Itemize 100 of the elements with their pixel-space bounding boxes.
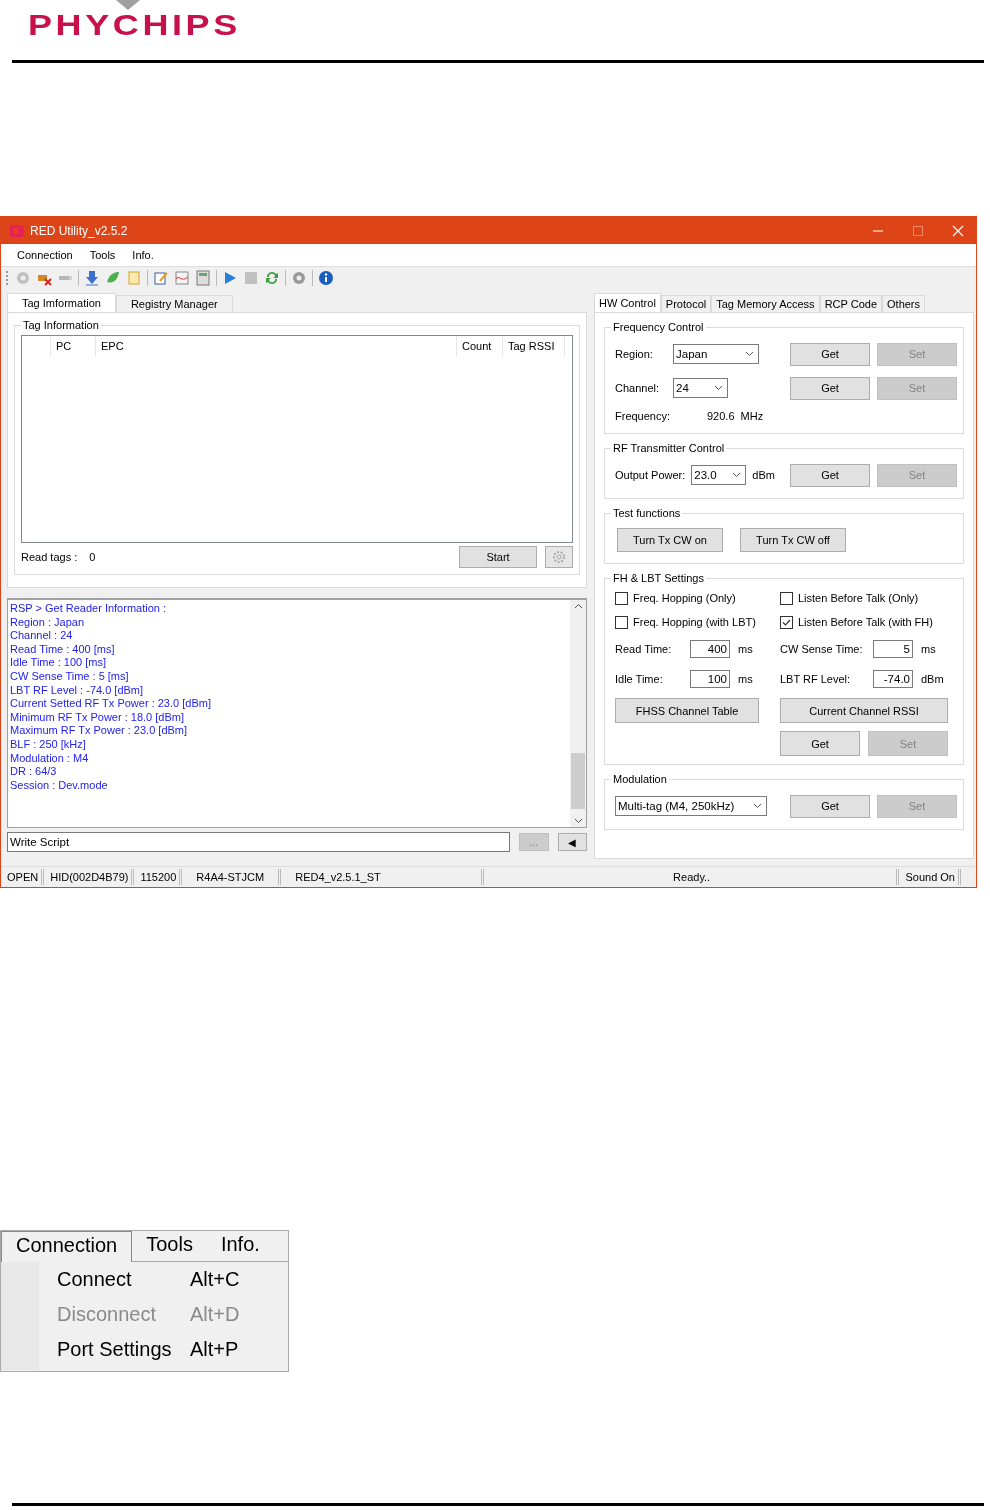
button[interactable]: Get (780, 731, 860, 756)
group-title: Tag Information (22, 319, 100, 331)
button[interactable]: Turn Tx CW off (740, 528, 846, 552)
tab[interactable]: Others (882, 295, 926, 312)
chevron-down-icon (753, 803, 762, 809)
edit-icon[interactable] (153, 270, 169, 286)
column-header[interactable]: Count (457, 336, 503, 356)
unit-label: dBm (752, 469, 775, 481)
frequency-label: Frequency: (615, 410, 667, 422)
log-line: Current Setted RF Tx Power : 23.0 [dBm] (10, 697, 212, 711)
log-line: Channel : 24 (10, 629, 74, 643)
status-text: Ready.. (483, 869, 900, 885)
tab[interactable]: Protocol (660, 295, 712, 312)
info-icon[interactable] (318, 270, 334, 286)
field-label: Read Time: (615, 643, 673, 655)
number-field[interactable]: 5 (873, 640, 913, 658)
shortcut-label: Alt+D (190, 1303, 240, 1326)
checkbox[interactable] (780, 591, 793, 605)
script-field[interactable]: Write Script (7, 832, 510, 852)
button[interactable]: Get (790, 463, 870, 487)
channel-table-button[interactable]: FHSS Channel Table (615, 698, 759, 723)
tab[interactable]: Tag Memory Access (711, 295, 820, 312)
menu-item[interactable]: Connect (57, 1268, 190, 1291)
tab[interactable]: RCP Code (819, 295, 882, 312)
button[interactable]: Get (790, 794, 870, 818)
refresh-icon[interactable] (264, 270, 280, 286)
column-header[interactable]: EPC (96, 336, 457, 356)
group-title: Frequency Control (612, 321, 705, 333)
chart-icon[interactable] (174, 270, 190, 286)
field-label: LBT RF Level: (780, 673, 852, 685)
checkbox[interactable] (780, 615, 793, 629)
dropdown[interactable]: 23.0 (691, 465, 747, 485)
dropdown[interactable]: 24 (673, 378, 728, 398)
settings-button[interactable] (545, 546, 573, 568)
log-line: Modulation : M4 (10, 751, 90, 766)
channel-rssi-button[interactable]: Current Channel RSSI (780, 698, 948, 723)
group-title: Test functions (612, 507, 682, 519)
log-line: BLF : 250 [kHz] (10, 737, 87, 752)
close-icon[interactable] (952, 224, 964, 237)
logo-text: PHYCHIPS (28, 10, 241, 40)
button[interactable]: Get (790, 376, 870, 400)
start-button[interactable]: Start (459, 546, 537, 568)
scroll-up-icon[interactable] (573, 603, 583, 609)
unit-label: ms (738, 673, 753, 685)
tab[interactable]: HW Control (594, 293, 661, 312)
checkbox[interactable] (615, 591, 628, 605)
frequency-unit: MHz (740, 410, 764, 422)
read-tags-label: Read tags : (21, 551, 78, 563)
read-tags-count: 0 (89, 551, 96, 563)
log-line: Minimum RF Tx Power : 18.0 [dBm] (10, 710, 185, 725)
scroll-down-icon[interactable] (573, 818, 583, 824)
download-icon[interactable] (84, 270, 100, 286)
tab[interactable]: Tag Imformation (7, 293, 116, 312)
log-line: Read Time : 400 [ms] (10, 642, 116, 657)
status-text: HID(002D4B79) (44, 869, 135, 885)
calculator-icon[interactable] (195, 270, 211, 286)
frequency-value: 920.6 (707, 410, 735, 422)
checkbox-label: Listen Before Talk (with FH) (798, 616, 933, 628)
gear-icon[interactable] (291, 270, 307, 286)
menu-item[interactable]: Info. (206, 1231, 274, 1261)
channel-label: Channel: (615, 382, 661, 394)
shortcut-label: Alt+P (190, 1338, 239, 1361)
status-text: RED4_v2.5.1_ST (281, 869, 484, 885)
log-line: LBT RF Level : -74.0 [dBm] (10, 683, 145, 698)
menu-item[interactable]: Connection (1, 1231, 133, 1262)
checkbox[interactable] (615, 615, 628, 629)
tab[interactable]: Registry Manager (115, 295, 233, 312)
log-line: CW Sense Time : 5 [ms] (10, 669, 130, 684)
group-title: RF Transmitter Control (612, 442, 726, 454)
chevron-down-icon (732, 472, 742, 478)
number-field[interactable]: 100 (690, 670, 730, 688)
app-icon (10, 224, 24, 237)
output-power-label: Output Power: (615, 469, 686, 481)
column-header[interactable]: Tag RSSI (503, 336, 565, 356)
log-line: Session : Dev.mode (10, 778, 109, 793)
number-field[interactable]: 400 (690, 640, 730, 658)
document-icon[interactable] (126, 270, 142, 286)
chevron-down-icon (745, 351, 754, 357)
field-label: CW Sense Time: (780, 643, 864, 655)
number-field[interactable]: -74.0 (873, 670, 913, 688)
window-title: RED Utility_v2.5.2 (30, 223, 128, 238)
field-label: Idle Time: (615, 673, 664, 685)
send-button[interactable]: ◀ (557, 833, 587, 851)
column-header[interactable]: PC (51, 336, 96, 356)
button[interactable]: Get (790, 342, 870, 366)
menu-item[interactable]: Tools (132, 1231, 207, 1261)
dropdown[interactable]: Multi-tag (M4, 250kHz) (615, 796, 767, 816)
dropdown[interactable]: Japan (673, 344, 759, 364)
menu-item[interactable]: Info. (132, 249, 154, 261)
checkbox-label: Listen Before Talk (Only) (798, 592, 919, 604)
menu-item[interactable]: Connection (17, 249, 73, 261)
menu-item[interactable]: Tools (89, 249, 116, 261)
menu-item[interactable]: Port Settings (57, 1338, 190, 1361)
button[interactable]: Turn Tx CW on (617, 528, 723, 552)
shortcut-label: Alt+C (190, 1268, 240, 1291)
status-text: OPEN (1, 869, 45, 885)
scrollbar[interactable] (570, 600, 586, 827)
scroll-thumb[interactable] (571, 753, 585, 809)
status-text: 115200 (134, 869, 183, 885)
play-icon[interactable] (222, 270, 238, 286)
